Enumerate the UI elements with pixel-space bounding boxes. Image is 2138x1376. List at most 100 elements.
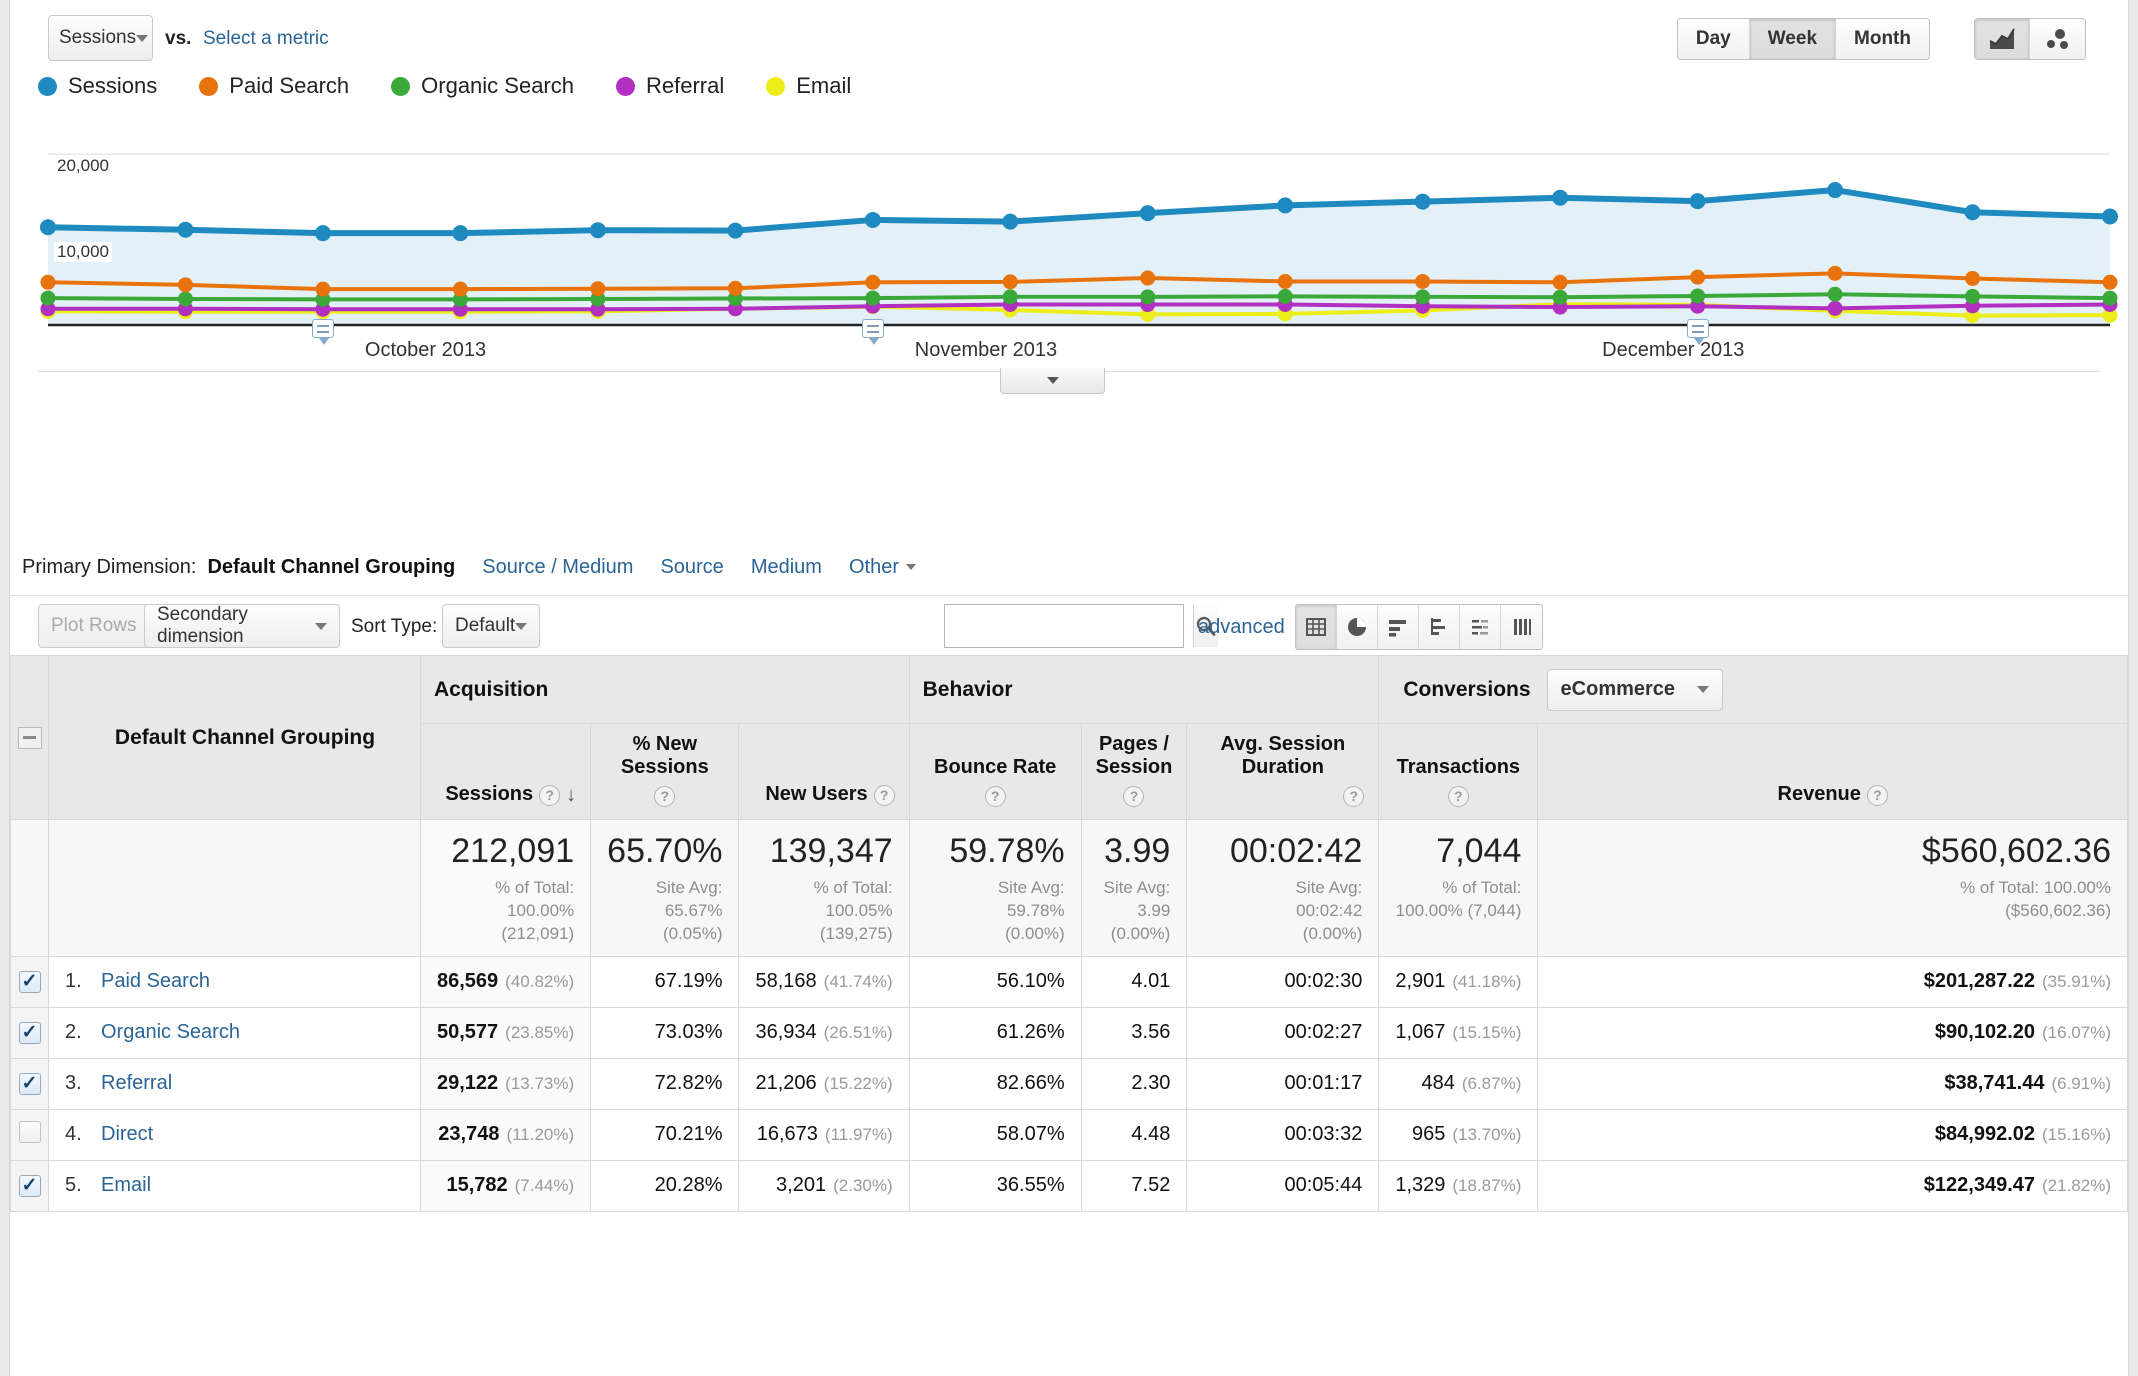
dimension-column-header[interactable]: Default Channel Grouping (48, 655, 421, 820)
legend-item-paid-search[interactable]: Paid Search (199, 73, 349, 99)
row-channel-link[interactable]: Paid Search (101, 970, 210, 992)
cell-sessions-value: 50,577 (437, 1021, 499, 1043)
column-header-bounce-rate[interactable]: Bounce Rate ? (908, 723, 1082, 820)
cell-bounce-rate: 56.10% (908, 955, 1082, 1008)
column-header-sessions[interactable]: Sessions ? ↓ (419, 723, 592, 820)
cell-transactions-value: 1,067 (1395, 1021, 1446, 1043)
cell-revenue: $84,992.02 (15.16%) (1537, 1108, 2128, 1161)
cell-revenue: $90,102.20 (16.07%) (1537, 1006, 2128, 1059)
select-a-metric-link[interactable]: Select a metric (203, 28, 329, 50)
row-checkbox[interactable] (18, 1121, 41, 1143)
row-select-cell[interactable]: ✓ (10, 1159, 49, 1212)
behavior-group-label: Behavior (922, 677, 1013, 701)
granularity-button-day[interactable]: Day (1677, 19, 1750, 59)
row-select-cell[interactable]: ✓ (10, 955, 49, 1008)
conversions-goal-value: eCommerce (1560, 678, 1676, 700)
scatter-chart-icon-button[interactable] (2030, 19, 2085, 59)
row-dimension-cell: 4. Direct (48, 1108, 421, 1161)
cell-new-users-value: 3,201 (776, 1174, 827, 1196)
cell-revenue: $122,349.47 (21.82%) (1537, 1159, 2128, 1212)
sessions-trend-chart: 10,000 20,000 October 2013 November 2013 Dec… (10, 110, 2128, 365)
cell-revenue-pct: (16.07%) (2042, 1023, 2111, 1042)
help-icon[interactable]: ? (1866, 784, 1888, 806)
table-row[interactable]: 4. Direct 23,748 (11.20%) 70.21% 16,673 (11.97… (10, 1108, 2128, 1161)
row-select-cell[interactable]: ✓ (10, 1006, 49, 1059)
table-row[interactable]: ✓ 5. Email 15,782 (7.44%) 20.28% 3,201 (2.30%) 3… (10, 1159, 2128, 1212)
cell-avg-duration: 00:02:27 (1186, 1006, 1380, 1059)
search-input[interactable] (945, 605, 1193, 647)
row-channel-link[interactable]: Referral (101, 1072, 172, 1094)
row-checkbox[interactable]: ✓ (18, 1174, 41, 1197)
line-chart-icon-button[interactable] (1975, 19, 2030, 59)
column-label-sessions: Sessions (445, 783, 534, 806)
legend-dot-icon (38, 76, 57, 96)
pivot-view-icon-button[interactable] (1501, 605, 1542, 649)
row-channel-link[interactable]: Organic Search (101, 1021, 240, 1043)
primary-dimension-current: Default Channel Grouping (207, 555, 456, 578)
comparison-view-icon-button[interactable] (1460, 605, 1501, 649)
help-icon[interactable]: ? (984, 786, 1006, 807)
row-channel-link[interactable]: Direct (101, 1123, 153, 1145)
performance-view-icon-button[interactable] (1419, 605, 1460, 649)
legend-item-sessions[interactable]: Sessions (38, 73, 157, 99)
primary-dimension-label: Primary Dimension: (22, 555, 197, 578)
help-icon[interactable]: ? (539, 784, 561, 806)
table-view-icon (1306, 618, 1326, 636)
pie-view-icon-button[interactable] (1337, 605, 1378, 649)
collapse-all-toggle[interactable] (17, 726, 42, 749)
legend-item-referral[interactable]: Referral (616, 73, 724, 99)
column-header-revenue[interactable]: Revenue ? (1537, 723, 2128, 820)
help-icon[interactable]: ? (654, 786, 676, 807)
table-view-icon-button[interactable] (1296, 605, 1337, 649)
row-checkbox[interactable]: ✓ (18, 970, 41, 993)
row-index: 5. (65, 1174, 82, 1196)
granularity-button-week[interactable]: Week (1749, 19, 1837, 59)
cell-avg-duration: 00:03:32 (1186, 1108, 1380, 1161)
chart-expander-toggle[interactable] (1000, 368, 1105, 394)
help-icon[interactable]: ? (1343, 786, 1365, 807)
primary-dimension-link-source[interactable]: Source (660, 556, 723, 579)
bar-view-icon-button[interactable] (1378, 605, 1419, 649)
plot-rows-button[interactable]: Plot Rows (38, 604, 150, 648)
table-row[interactable]: ✓ 3. Referral 29,122 (13.73%) 72.82% 21,206 (15… (10, 1057, 2128, 1110)
column-header-new-sessions-pct[interactable]: % New Sessions ? (590, 723, 740, 820)
table-row[interactable]: ✓ 2. Organic Search 50,577 (23.85%) 73.03% 36,… (10, 1006, 2128, 1059)
column-header-transactions[interactable]: Transactions ? (1378, 723, 1539, 820)
row-channel-link[interactable]: Email (101, 1174, 151, 1196)
conversions-goal-select[interactable]: eCommerce (1546, 668, 1724, 711)
row-select-cell[interactable]: ✓ (10, 1057, 49, 1110)
totals-cell: 212,091 % of Total: 100.00% (212,091) (419, 819, 592, 957)
totals-subtext: 65.67% (664, 900, 723, 920)
help-icon[interactable]: ? (1447, 786, 1469, 807)
legend-item-email[interactable]: Email (766, 73, 851, 99)
help-icon[interactable]: ? (1123, 786, 1145, 807)
behavior-group-header: Behavior (908, 655, 1380, 724)
row-checkbox[interactable]: ✓ (18, 1072, 41, 1095)
secondary-dimension-select[interactable]: Secondary dimension (144, 604, 340, 648)
row-checkbox[interactable]: ✓ (18, 1021, 41, 1044)
sort-type-select[interactable]: Default (442, 604, 540, 648)
column-header-new-users[interactable]: New Users ? (738, 723, 910, 820)
advanced-filter-link[interactable]: advanced (1198, 616, 1285, 639)
annotation-icon[interactable] (311, 319, 334, 345)
granularity-button-month[interactable]: Month (1836, 19, 1929, 59)
totals-value: $560,602.36 (1921, 832, 2111, 870)
annotation-icon[interactable] (1686, 319, 1709, 345)
column-header-avg-duration[interactable]: Avg. Session Duration ? (1186, 723, 1380, 820)
row-select-cell[interactable] (10, 1108, 49, 1161)
column-header-pages-session[interactable]: Pages / Session ? (1080, 723, 1188, 820)
table-row[interactable]: ✓ 1. Paid Search 86,569 (40.82%) 67.19% 58,168… (10, 955, 2128, 1008)
primary-dimension-other-menu[interactable]: Other (849, 556, 916, 579)
totals-cell: 00:02:42 Site Avg: 00:02:42 (0.00%) (1186, 819, 1380, 957)
help-icon[interactable]: ? (873, 784, 895, 806)
legend-item-organic-search[interactable]: Organic Search (391, 73, 574, 99)
cell-pages-session: 2.30 (1080, 1057, 1188, 1110)
primary-metric-select[interactable]: Sessions (48, 15, 153, 61)
totals-subtext: 100.05% (825, 900, 893, 920)
primary-dimension-link-other[interactable]: Other (849, 556, 899, 579)
annotation-icon[interactable] (861, 319, 884, 345)
date-granularity-group: Day Week Month (1676, 18, 1930, 60)
cell-new-sessions-pct: 70.21% (590, 1108, 740, 1161)
primary-dimension-link-source-medium[interactable]: Source / Medium (482, 556, 633, 579)
primary-dimension-link-medium[interactable]: Medium (751, 556, 822, 579)
